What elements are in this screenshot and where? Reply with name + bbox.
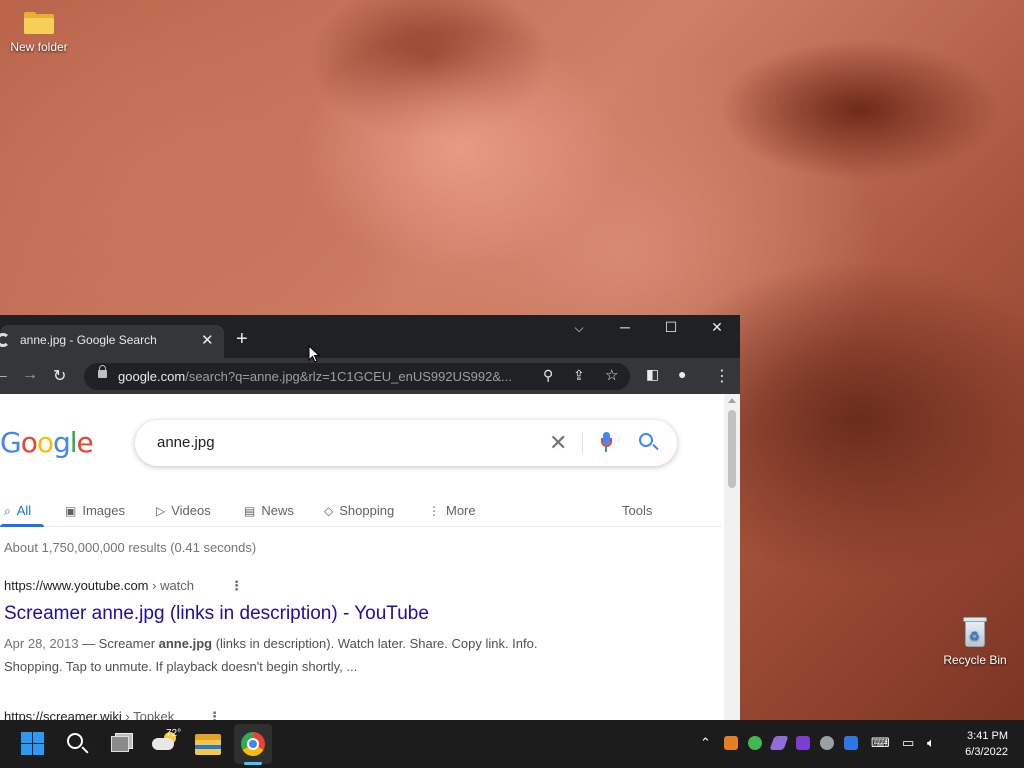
tab-images[interactable]: ▣ Images bbox=[65, 503, 125, 518]
search-box[interactable]: anne.jpg ✕ bbox=[135, 420, 677, 466]
active-app-indicator bbox=[244, 762, 262, 765]
scroll-thumb[interactable] bbox=[728, 410, 736, 488]
forward-arrow-icon[interactable]: → bbox=[22, 366, 38, 384]
result-snippet: Apr 28, 2013 — Screamer anne.jpg (links … bbox=[4, 636, 538, 674]
desktop-icon-label: Recycle Bin bbox=[943, 653, 1007, 667]
more-dots-icon: ⋮ bbox=[428, 504, 440, 518]
tray-feather-icon[interactable] bbox=[769, 736, 789, 750]
taskbar: 72° ⌃ ⌨ ▭ 🔈︎ 3:41 PM 6/3/2022 bbox=[0, 720, 1024, 768]
result-options-icon[interactable]: ⋮ bbox=[208, 709, 221, 720]
tab-close-icon[interactable]: ✕ bbox=[201, 331, 214, 349]
clock-time: 3:41 PM bbox=[967, 730, 1008, 742]
browser-toolbar: ← → ↻ google.com/search?q=anne.jpg&rlz=1… bbox=[0, 358, 740, 394]
newspaper-icon: ▤ bbox=[244, 504, 256, 518]
tab-title: anne.jpg - Google Search bbox=[20, 333, 157, 347]
network-icon[interactable]: ▭ bbox=[902, 735, 914, 751]
tag-icon: ◇ bbox=[324, 504, 334, 518]
search-icon[interactable] bbox=[639, 433, 653, 447]
tab-shopping[interactable]: ◇ Shopping bbox=[324, 503, 394, 518]
close-window-button[interactable]: ✕ bbox=[702, 319, 732, 336]
weather-temperature: 72° bbox=[166, 728, 182, 739]
search-results-page: Google anne.jpg ✕ ⌕ All ▣ Images ▷ Videos ▤… bbox=[0, 394, 740, 720]
mouse-cursor-icon bbox=[308, 345, 320, 363]
lock-icon bbox=[98, 365, 107, 378]
maximize-button[interactable]: ☐ bbox=[656, 319, 686, 336]
desktop-icon-new-folder[interactable]: New folder bbox=[4, 12, 74, 54]
reload-icon[interactable]: ↻ bbox=[53, 366, 66, 386]
clock-date: 6/3/2022 bbox=[965, 746, 1008, 758]
tray-app-orange-icon[interactable] bbox=[724, 736, 738, 750]
start-button[interactable] bbox=[20, 730, 48, 758]
chrome-taskbar-icon[interactable] bbox=[239, 730, 267, 758]
microphone-icon[interactable] bbox=[601, 432, 612, 454]
bookmark-star-icon[interactable]: ☆ bbox=[605, 366, 618, 384]
google-logo[interactable]: Google bbox=[0, 426, 94, 459]
result-cite[interactable]: https://www.youtube.com › watch bbox=[4, 578, 194, 593]
folder-icon bbox=[24, 12, 54, 34]
show-hidden-icons-chevron-icon[interactable]: ⌃ bbox=[700, 735, 711, 751]
minimize-button[interactable]: ─ bbox=[610, 319, 640, 335]
recycle-bin-icon: ♻ bbox=[963, 617, 987, 647]
keyboard-icon[interactable]: ⌨ bbox=[871, 735, 890, 751]
task-view-icon[interactable] bbox=[107, 730, 135, 758]
google-favicon-icon bbox=[0, 333, 10, 347]
divider bbox=[582, 432, 583, 454]
active-tab-indicator bbox=[0, 524, 44, 527]
tab-more[interactable]: ⋮ More bbox=[428, 503, 476, 518]
address-url: google.com/search?q=anne.jpg&rlz=1C1GCEU… bbox=[118, 369, 512, 384]
clear-search-icon[interactable]: ✕ bbox=[549, 430, 567, 456]
tab-news[interactable]: ▤ News bbox=[244, 503, 294, 518]
browser-tab[interactable]: anne.jpg - Google Search ✕ bbox=[0, 325, 224, 358]
page-scrollbar[interactable] bbox=[724, 394, 740, 720]
tab-search-chevron-icon[interactable]: ⌵ bbox=[564, 321, 594, 336]
back-arrow-icon[interactable]: ← bbox=[0, 366, 10, 384]
search-icon: ⌕ bbox=[4, 504, 11, 518]
tab-videos[interactable]: ▷ Videos bbox=[156, 503, 211, 518]
system-clock[interactable]: 3:41 PM 6/3/2022 bbox=[965, 728, 1008, 760]
defender-shield-icon[interactable] bbox=[844, 736, 858, 750]
tools-button[interactable]: Tools bbox=[622, 503, 652, 518]
onedrive-cloud-icon[interactable] bbox=[820, 736, 834, 750]
profile-icon[interactable]: ● bbox=[678, 366, 686, 382]
search-input[interactable]: anne.jpg bbox=[157, 434, 215, 451]
desktop-icon-recycle-bin[interactable]: ♻ Recycle Bin bbox=[940, 617, 1010, 667]
tab-all[interactable]: ⌕ All bbox=[4, 503, 31, 519]
search-icon[interactable] bbox=[64, 730, 92, 758]
result-options-icon[interactable]: ⋮ bbox=[230, 578, 243, 594]
result-stats: About 1,750,000,000 results (0.41 second… bbox=[4, 540, 257, 555]
side-panel-icon[interactable]: ◧ bbox=[646, 366, 659, 383]
result-title-link[interactable]: Screamer anne.jpg (links in description)… bbox=[4, 603, 429, 625]
location-pin-icon[interactable]: ⚲ bbox=[543, 367, 553, 384]
tray-app-purple-icon[interactable] bbox=[796, 736, 810, 750]
new-tab-button[interactable]: + bbox=[236, 328, 248, 350]
file-explorer-icon[interactable] bbox=[194, 730, 222, 758]
image-icon: ▣ bbox=[65, 504, 77, 518]
volume-icon[interactable]: 🔈︎ bbox=[927, 735, 935, 751]
chrome-window: anne.jpg - Google Search ✕ + ⌵ ─ ☐ ✕ ← →… bbox=[0, 315, 740, 720]
scroll-up-arrow-icon[interactable] bbox=[728, 398, 736, 403]
search-nav-tabs: ⌕ All ▣ Images ▷ Videos ▤ News ◇ Shopping ⋮ Mo… bbox=[0, 494, 722, 527]
share-icon[interactable]: ⇪ bbox=[573, 367, 585, 384]
result-cite[interactable]: https://screamer.wiki › Topkek bbox=[4, 709, 174, 720]
tray-shield-green-icon[interactable] bbox=[748, 736, 762, 750]
tab-strip: anne.jpg - Google Search ✕ + ⌵ ─ ☐ ✕ bbox=[0, 315, 740, 358]
desktop-icon-label: New folder bbox=[10, 40, 68, 54]
chrome-menu-icon[interactable]: ⋮ bbox=[714, 366, 730, 386]
address-bar[interactable]: google.com/search?q=anne.jpg&rlz=1C1GCEU… bbox=[84, 363, 630, 390]
play-icon: ▷ bbox=[156, 504, 166, 518]
